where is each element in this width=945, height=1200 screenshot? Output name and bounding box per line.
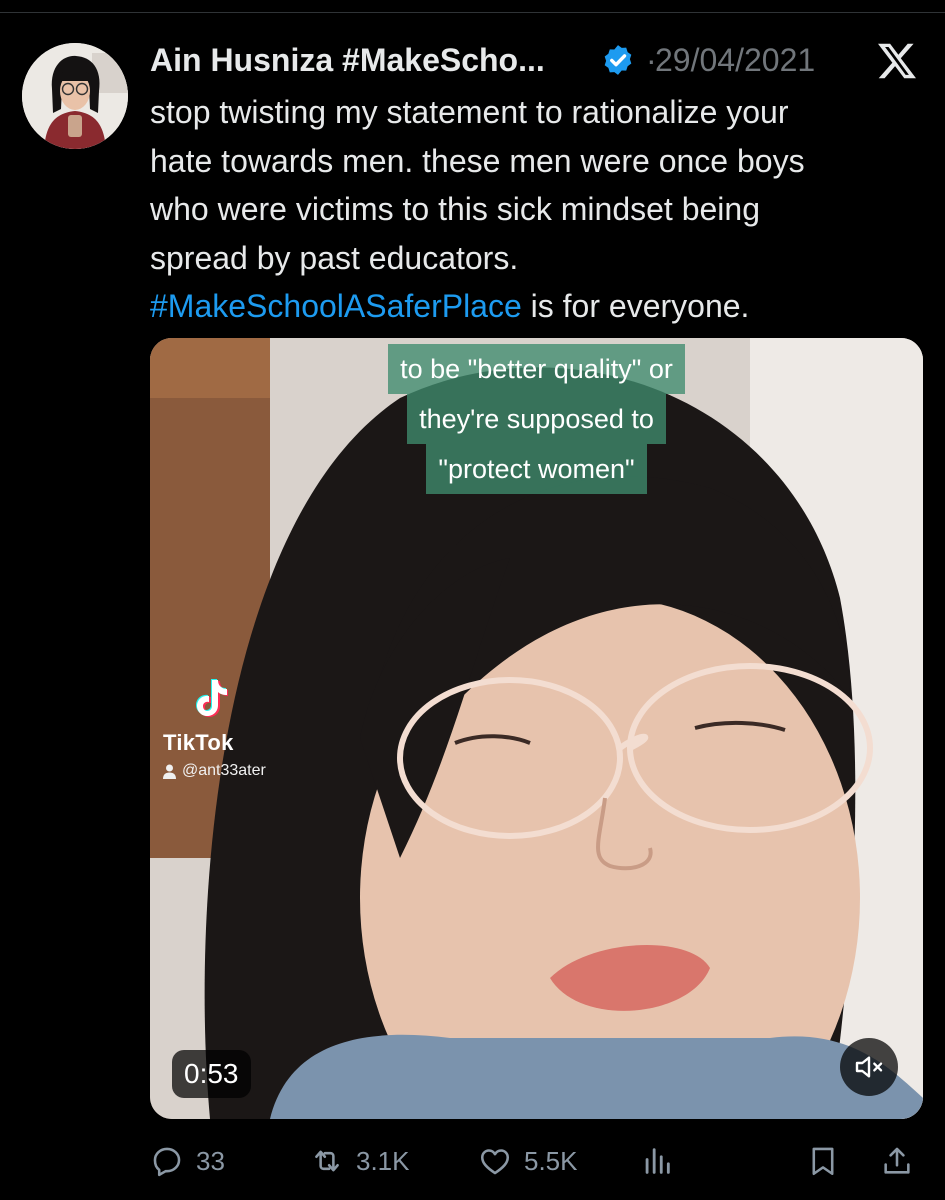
video-caption: to be "better quality" or they're suppos… [150, 338, 923, 494]
views-icon [645, 1148, 670, 1174]
x-logo-icon[interactable] [875, 42, 919, 80]
share-button[interactable] [880, 1138, 914, 1184]
tweet-text-line-last: #MakeSchoolASaferPlace is for everyone. [150, 282, 920, 331]
hashtag-link[interactable]: #MakeSchoolASaferPlace [150, 288, 522, 324]
mute-icon [855, 1056, 883, 1078]
tiktok-watermark: TikTok [163, 730, 234, 755]
share-icon [884, 1147, 910, 1174]
bookmark-button[interactable] [806, 1138, 840, 1184]
reply-count: 33 [196, 1145, 225, 1176]
top-divider [0, 12, 945, 13]
tweet-text: stop twisting my statement to rationaliz… [150, 88, 920, 331]
tweet-text-line: spread by past educators. [150, 239, 519, 276]
tweet-text-tail: is for everyone. [521, 288, 750, 324]
mute-button[interactable] [840, 1038, 898, 1096]
like-count: 5.5K [524, 1145, 578, 1176]
tweet-text-line: hate towards men. these men were once bo… [150, 142, 805, 179]
tweet-text-line: stop twisting my statement to rationaliz… [150, 94, 789, 130]
tiktok-logo-icon [196, 679, 228, 717]
reply-icon [153, 1147, 181, 1177]
avatar[interactable] [22, 43, 128, 149]
views-button[interactable] [640, 1138, 674, 1184]
reply-button[interactable]: 33 [150, 1138, 225, 1184]
like-button[interactable]: 5.5K [478, 1138, 578, 1184]
user-icon [163, 764, 176, 779]
verified-badge-icon [604, 45, 632, 75]
bookmark-icon [812, 1147, 834, 1176]
repost-count: 3.1K [356, 1145, 410, 1176]
tweet-header: Ain Husniza #MakeScho... · 29/04/2021 [150, 40, 940, 84]
caption-line: to be "better quality" or [388, 344, 685, 394]
heart-icon [480, 1149, 510, 1175]
tweet-text-line: who were victims to this sick mindset be… [150, 191, 760, 227]
tiktok-handle-text: @ant33ater [182, 762, 266, 779]
tweet-date[interactable]: 29/04/2021 [655, 40, 815, 80]
caption-line: they're supposed to [407, 394, 666, 444]
action-bar: 33 3.1K 5.5K [0, 1138, 945, 1188]
author-name[interactable]: Ain Husniza #MakeScho... [150, 40, 545, 80]
repost-button[interactable]: 3.1K [310, 1138, 410, 1184]
tiktok-handle: @ant33ater [163, 762, 266, 780]
avatar-image [22, 43, 128, 149]
repost-icon [315, 1150, 339, 1172]
video-duration: 0:53 [172, 1050, 251, 1098]
caption-line: "protect women" [426, 444, 647, 494]
video-player[interactable]: to be "better quality" or they're suppos… [150, 338, 923, 1119]
